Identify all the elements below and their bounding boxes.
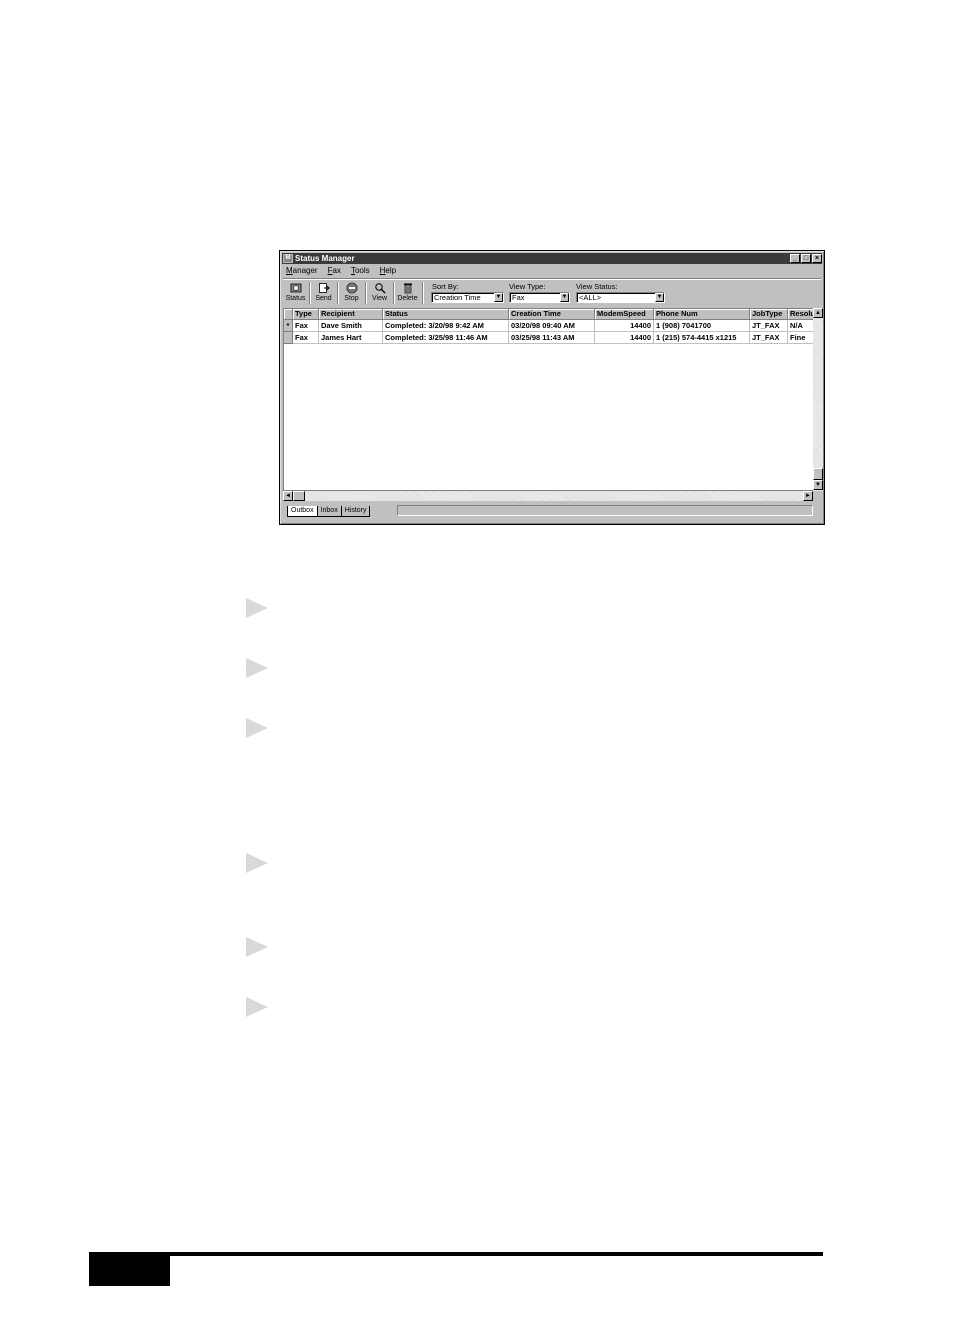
horizontal-scrollbar[interactable]: ◄ ► (283, 491, 813, 501)
cell-status: Completed: 3/20/98 9:42 AM (383, 320, 509, 332)
step-arrow-icon (246, 598, 268, 618)
menu-manager[interactable]: Manager (286, 266, 318, 277)
row-indicator (284, 332, 293, 344)
magnifier-icon (374, 282, 386, 294)
page-number-block (89, 1256, 170, 1286)
send-icon (318, 282, 330, 294)
delete-button[interactable]: Delete (395, 281, 420, 306)
menu-tools[interactable]: Tools (351, 266, 370, 277)
tab-history[interactable]: History (340, 506, 371, 517)
view-status-label: View Status: (576, 282, 618, 291)
sort-by-label: Sort By: (432, 282, 459, 291)
chevron-down-icon[interactable]: ▼ (560, 293, 569, 302)
scroll-down-icon[interactable]: ▼ (813, 480, 823, 490)
title-bar[interactable]: M Status Manager _ □ × (282, 253, 822, 264)
toolbar-separator (422, 282, 424, 304)
status-manager-window: M Status Manager _ □ × Manager Fax Tools… (279, 250, 825, 525)
scroll-thumb[interactable] (813, 468, 823, 480)
view-type-label: View Type: (509, 282, 546, 291)
column-header-creation-time[interactable]: Creation Time (509, 309, 595, 320)
menu-help[interactable]: Help (380, 266, 396, 277)
stop-button[interactable]: Stop (339, 281, 364, 306)
scroll-right-icon[interactable]: ► (803, 491, 813, 501)
cell-resolution: N/A (788, 320, 816, 332)
window-title: Status Manager (295, 254, 355, 263)
stop-button-label: Stop (344, 295, 359, 302)
footer-rule (89, 1252, 823, 1256)
menu-fax[interactable]: Fax (328, 266, 341, 277)
close-button[interactable]: × (812, 254, 822, 263)
maximize-button[interactable]: □ (801, 254, 811, 263)
view-status-select[interactable]: <ALL> ▼ (576, 292, 665, 303)
cell-creation-time: 03/20/98 09:40 AM (509, 320, 595, 332)
column-header-phone-num[interactable]: Phone Num (654, 309, 750, 320)
view-type-select[interactable]: Fax ▼ (509, 292, 570, 303)
view-type-value: Fax (512, 293, 525, 302)
step-arrow-icon (246, 997, 268, 1017)
table-row[interactable]: * Fax Dave Smith Completed: 3/20/98 9:42… (284, 320, 816, 332)
cell-creation-time: 03/25/98 11:43 AM (509, 332, 595, 344)
hscroll-thumb[interactable] (293, 491, 305, 501)
status-icon (290, 282, 302, 294)
view-status-value: <ALL> (579, 293, 602, 302)
status-panel (397, 505, 813, 516)
cell-recipient: Dave Smith (319, 320, 383, 332)
row-indicator: * (284, 320, 293, 332)
delete-button-label: Delete (397, 295, 418, 302)
scroll-up-icon[interactable]: ▲ (813, 308, 823, 318)
view-tabs: Outbox Inbox History (287, 506, 371, 517)
cell-resolution: Fine (788, 332, 816, 344)
chevron-down-icon[interactable]: ▼ (655, 293, 664, 302)
step-arrow-icon (246, 718, 268, 738)
menu-bar: Manager Fax Tools Help (286, 266, 396, 277)
chevron-down-icon[interactable]: ▼ (494, 293, 503, 302)
column-header-type[interactable]: Type (293, 309, 319, 320)
column-header-status[interactable]: Status (383, 309, 509, 320)
step-arrow-icon (246, 853, 268, 873)
cell-phone-num: 1 (908) 7041700 (654, 320, 750, 332)
cell-modem-speed: 14400 (595, 320, 654, 332)
toolbar: Status Send Stop View Delete Sort By: Cr… (283, 278, 821, 307)
column-header-resolution[interactable]: Resolu (788, 309, 816, 320)
tab-inbox[interactable]: Inbox (316, 506, 342, 517)
trash-icon (402, 282, 414, 294)
row-indicator-header (284, 309, 293, 320)
sort-by-select[interactable]: Creation Time ▼ (431, 292, 504, 303)
send-button[interactable]: Send (311, 281, 336, 306)
minimize-button[interactable]: _ (790, 254, 800, 263)
status-button-label: Status (285, 295, 306, 302)
status-button[interactable]: Status (283, 281, 308, 306)
column-header-modem-speed[interactable]: ModemSpeed (595, 309, 654, 320)
cell-type: Fax (293, 320, 319, 332)
cell-modem-speed: 14400 (595, 332, 654, 344)
jobs-table: Type Recipient Status Creation Time Mode… (283, 308, 816, 491)
stop-icon (346, 282, 358, 294)
column-header-recipient[interactable]: Recipient (319, 309, 383, 320)
app-icon: M (283, 254, 293, 263)
table-row[interactable]: Fax James Hart Completed: 3/25/98 11:46 … (284, 332, 816, 344)
send-button-label: Send (315, 295, 332, 302)
column-header-job-type[interactable]: JobType (750, 309, 788, 320)
tab-outbox[interactable]: Outbox (287, 506, 318, 517)
table-header: Type Recipient Status Creation Time Mode… (284, 309, 816, 320)
sort-by-value: Creation Time (434, 293, 481, 302)
step-arrow-icon (246, 937, 268, 957)
status-bar: Outbox Inbox History (283, 504, 821, 518)
cell-type: Fax (293, 332, 319, 344)
scroll-left-icon[interactable]: ◄ (283, 491, 293, 501)
cell-status: Completed: 3/25/98 11:46 AM (383, 332, 509, 344)
cell-recipient: James Hart (319, 332, 383, 344)
view-button-label: View (371, 295, 388, 302)
vertical-scrollbar[interactable]: ▲ ▼ (813, 308, 823, 491)
step-arrow-icon (246, 658, 268, 678)
cell-job-type: JT_FAX (750, 332, 788, 344)
cell-phone-num: 1 (215) 574-4415 x1215 (654, 332, 750, 344)
view-button[interactable]: View (367, 281, 392, 306)
cell-job-type: JT_FAX (750, 320, 788, 332)
